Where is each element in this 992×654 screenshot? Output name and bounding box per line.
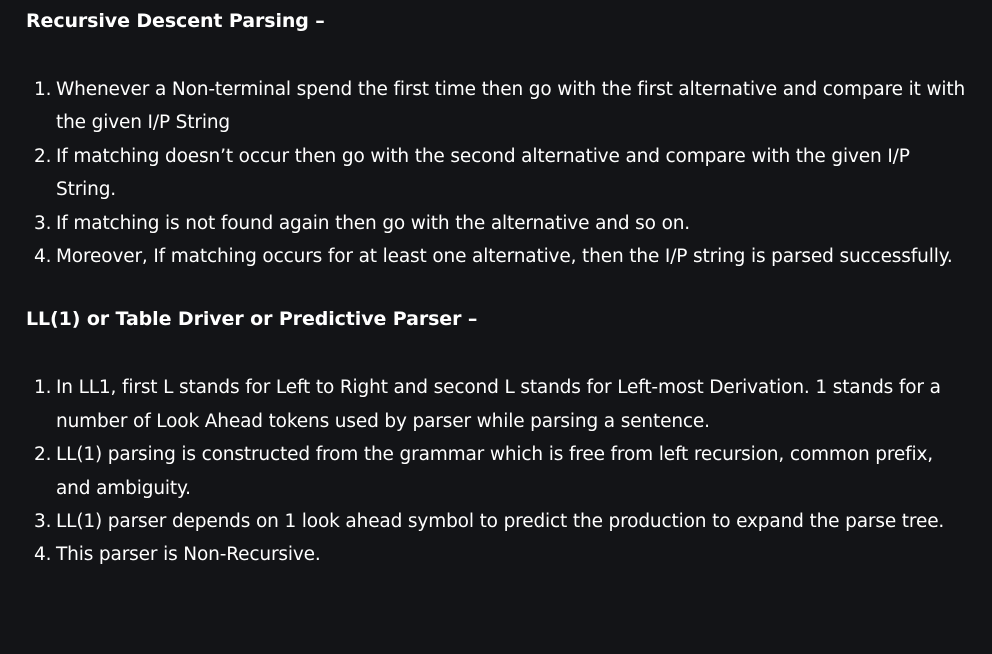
list-item-number: 3. (34, 212, 52, 234)
list-item-text: In LL1, first L stands for Left to Right… (56, 377, 941, 432)
list-item: 4. Moreover, If matching occurs for at l… (26, 240, 966, 273)
list-item-number: 2. (34, 145, 52, 167)
list-item-text: This parser is Non-Recursive. (56, 544, 321, 566)
list-item-text: Moreover, If matching occurs for at leas… (56, 246, 953, 268)
list-item-text: If matching doesn’t occur then go with t… (56, 145, 910, 201)
list-item-number: 1. (34, 79, 52, 100)
list-item-number: 1. (34, 377, 52, 399)
list-item-number: 3. (34, 511, 52, 533)
list-item-text: LL(1) parsing is constructed from the gr… (56, 444, 934, 499)
list-item: 2. If matching doesn’t occur then go wit… (26, 140, 966, 207)
list-item-number: 4. (34, 246, 52, 268)
list-item: 3. LL(1) parser depends on 1 look ahead … (26, 505, 966, 538)
list-item: 1. Whenever a Non-terminal spend the fir… (26, 73, 966, 140)
section-heading-ll1-parser: LL(1) or Table Driver or Predictive Pars… (26, 308, 478, 331)
list-item-number: 4. (34, 544, 52, 566)
list-item: 3. If matching is not found again then g… (26, 207, 966, 240)
list-item: 4. This parser is Non-Recursive. (26, 538, 966, 571)
document-content: Recursive Descent Parsing – 1. Whenever … (0, 0, 992, 654)
list-item: 2. LL(1) parsing is constructed from the… (26, 438, 966, 505)
list-item-text: Whenever a Non-terminal spend the first … (56, 79, 966, 134)
section-heading-recursive-descent: Recursive Descent Parsing – (26, 10, 325, 32)
list-item-text: If matching is not found again then go w… (56, 212, 691, 234)
list-item: 1. In LL1, first L stands for Left to Ri… (26, 371, 966, 438)
list-item-text: LL(1) parser depends on 1 look ahead sym… (56, 511, 945, 533)
recursive-descent-steps-list: 1. Whenever a Non-terminal spend the fir… (26, 73, 966, 273)
ll1-parser-points-list: 1. In LL1, first L stands for Left to Ri… (26, 371, 966, 571)
list-item-number: 2. (34, 444, 52, 466)
